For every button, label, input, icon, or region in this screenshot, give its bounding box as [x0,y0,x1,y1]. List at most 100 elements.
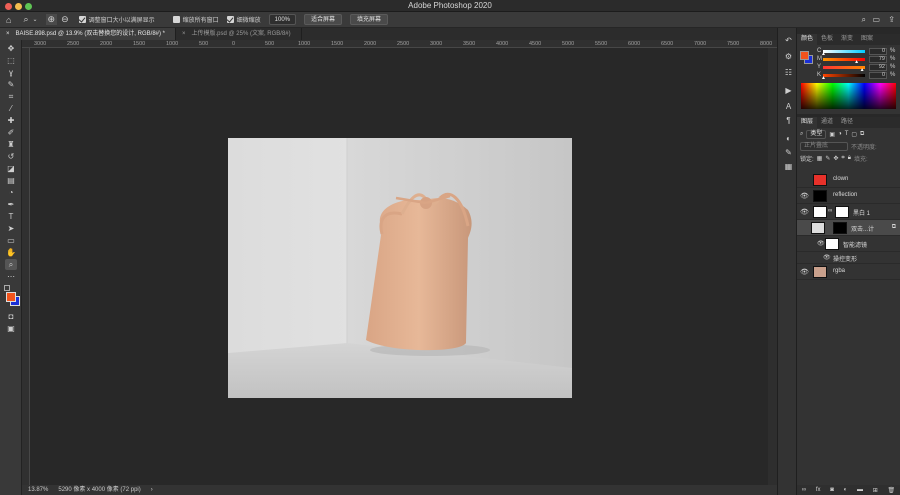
zoom-in-icon[interactable]: ⊕ [45,14,58,25]
chevron-down-icon[interactable]: ⌄ [32,16,37,23]
chevron-right-icon[interactable]: › [151,485,153,495]
add-mask-icon[interactable]: ◙ [830,487,834,493]
tab-document-1[interactable]: × BAISE.898.psd @ 13.9% (双击替换您的设计, RGB/8#… [0,28,176,40]
lock-pixels-icon[interactable]: ✎ [825,155,830,162]
type-tool-icon[interactable]: T [5,211,17,222]
healing-brush-tool-icon[interactable]: ✚ [5,115,17,126]
channel-track[interactable] [823,74,865,77]
blend-mode-select[interactable]: 正片叠底 [800,141,848,151]
move-tool-icon[interactable]: ✥ [5,43,17,54]
styles-icon[interactable]: ▦ [783,162,794,172]
history-icon[interactable]: ↶ [783,36,794,46]
eye-icon[interactable]: 👁︎ [800,208,809,216]
layer-row-reflection[interactable]: 👁︎ reflection [797,188,900,204]
more-tools-icon[interactable]: ⋯ [5,271,17,282]
smart-filter-icon[interactable]: ⧉ [892,224,896,231]
smart-object-filter-icon[interactable]: ⧉ [860,131,864,138]
delete-layer-icon[interactable]: 🗑︎ [888,487,896,494]
gradient-tool-icon[interactable]: ▤ [5,175,17,186]
path-select-tool-icon[interactable]: ➤ [5,223,17,234]
tab-document-2[interactable]: × 上传模版.psd @ 25% (文案, RGB/8#) [176,28,302,40]
home-icon[interactable]: ⌂ [6,15,11,25]
default-colors-icon[interactable] [4,285,10,291]
tab-swatches[interactable]: 色板 [817,34,837,45]
channel-value-field[interactable]: 92 [869,64,887,71]
eyedropper-tool-icon[interactable]: ⁄ [5,103,17,114]
tab-paths[interactable]: 路径 [837,117,857,128]
eye-icon[interactable]: 👁︎ [817,240,825,247]
scrubby-zoom-option[interactable]: 细微缩放 [226,15,261,24]
canvas-area[interactable] [30,48,768,485]
checkbox-icon[interactable] [78,16,86,23]
paragraph-icon[interactable]: ¶ [783,116,794,126]
zoom-tool-icon[interactable]: ⌕ [5,259,17,270]
checkbox-icon[interactable] [226,16,234,23]
character-icon[interactable]: A [783,102,794,112]
smart-filters-row[interactable]: 👁︎ 智能滤镜 [797,236,900,252]
channel-slider-m[interactable]: M ▲ 79% [817,56,897,65]
link-layers-icon[interactable]: ∞ [802,487,806,493]
fill-screen-button[interactable]: 填充屏幕 [350,14,389,25]
layer-style-icon[interactable]: fx [816,487,821,493]
eye-icon[interactable]: 👁︎ [800,268,809,276]
actions-icon[interactable]: ▶ [783,86,794,96]
brushes-icon[interactable]: ✎ [783,148,794,158]
lock-artboard-icon[interactable]: ⌗ [841,155,844,162]
eye-icon[interactable]: 👁︎ [823,254,831,261]
checkbox-icon[interactable] [172,16,180,23]
clone-stamp-tool-icon[interactable]: ♜ [5,139,17,150]
slider-handle-icon[interactable]: ▲ [821,75,826,81]
dodge-tool-icon[interactable]: ◔ [5,187,17,198]
zoom-out-icon[interactable]: ⊖ [61,14,69,25]
marquee-tool-icon[interactable]: ⬚ [5,55,17,66]
pixel-filter-icon[interactable]: ▣ [829,131,835,138]
zoom-level[interactable]: 13.87% [28,485,48,495]
lock-position-icon[interactable]: ✥ [833,155,838,162]
pen-tool-icon[interactable]: ✒ [5,199,17,210]
channel-track[interactable] [823,50,865,53]
foreground-color-swatch[interactable] [800,51,809,60]
zoom-percent-field[interactable]: 100% [268,14,297,25]
history-brush-tool-icon[interactable]: ↺ [5,151,17,162]
channel-value-field[interactable]: 79 [869,56,887,63]
adjustments-icon[interactable]: ◐ [783,134,794,144]
share-icon[interactable]: ⇪ [888,15,895,24]
workspace-icon[interactable]: ▭ [872,15,880,24]
close-icon[interactable]: × [182,28,186,40]
quick-mask-icon[interactable]: ◘ [5,311,17,322]
tab-layers[interactable]: 图层 [797,117,818,128]
layer-row-smart-object[interactable]: 双击...计 ⧉ [797,220,900,236]
layer-row-clown[interactable]: clown [797,172,900,188]
new-group-icon[interactable]: ▬ [857,487,863,493]
eye-icon[interactable]: 👁︎ [800,192,809,200]
channel-slider-y[interactable]: Y ▲ 92% [817,64,897,73]
brush-tool-icon[interactable]: ✐ [5,127,17,138]
vertical-scrollbar[interactable] [768,48,777,485]
tab-patterns[interactable]: 图案 [857,34,877,45]
search-icon[interactable]: ⌕ [862,15,866,25]
color-spectrum[interactable] [801,83,896,109]
hand-tool-icon[interactable]: ✋ [5,247,17,258]
lock-all-icon[interactable]: 🔒︎ [848,155,851,162]
channel-slider-c[interactable]: C ▲ 0% [817,48,897,57]
libraries-icon[interactable]: ☷ [783,68,794,78]
shape-filter-icon[interactable]: ▢ [851,131,857,138]
layer-row-rgba[interactable]: 👁︎ rgba [797,264,900,280]
channel-slider-k[interactable]: K ▲ 0% [817,72,897,81]
rectangle-tool-icon[interactable]: ▭ [5,235,17,246]
tab-color[interactable]: 颜色 [797,34,818,45]
lasso-tool-icon[interactable]: ɣ [5,67,17,78]
puppet-warp-row[interactable]: 👁︎ 操控变形 [797,252,900,264]
foreground-color-swatch[interactable] [6,292,16,302]
type-filter-icon[interactable]: T [845,131,849,137]
channel-value-field[interactable]: 0 [869,48,887,55]
adjustment-filter-icon[interactable]: ◑ [838,131,842,137]
new-layer-icon[interactable]: ⊞ [873,487,878,494]
tab-channels[interactable]: 通道 [817,117,837,128]
channel-value-field[interactable]: 0 [869,72,887,79]
properties-icon[interactable]: ⚙ [783,52,794,62]
fit-screen-button[interactable]: 适合屏幕 [304,14,343,25]
resize-windows-option[interactable]: 调整窗口大小以满屏显示 [78,15,155,24]
eraser-tool-icon[interactable]: ◪ [5,163,17,174]
screen-mode-icon[interactable]: ▣ [5,323,17,334]
